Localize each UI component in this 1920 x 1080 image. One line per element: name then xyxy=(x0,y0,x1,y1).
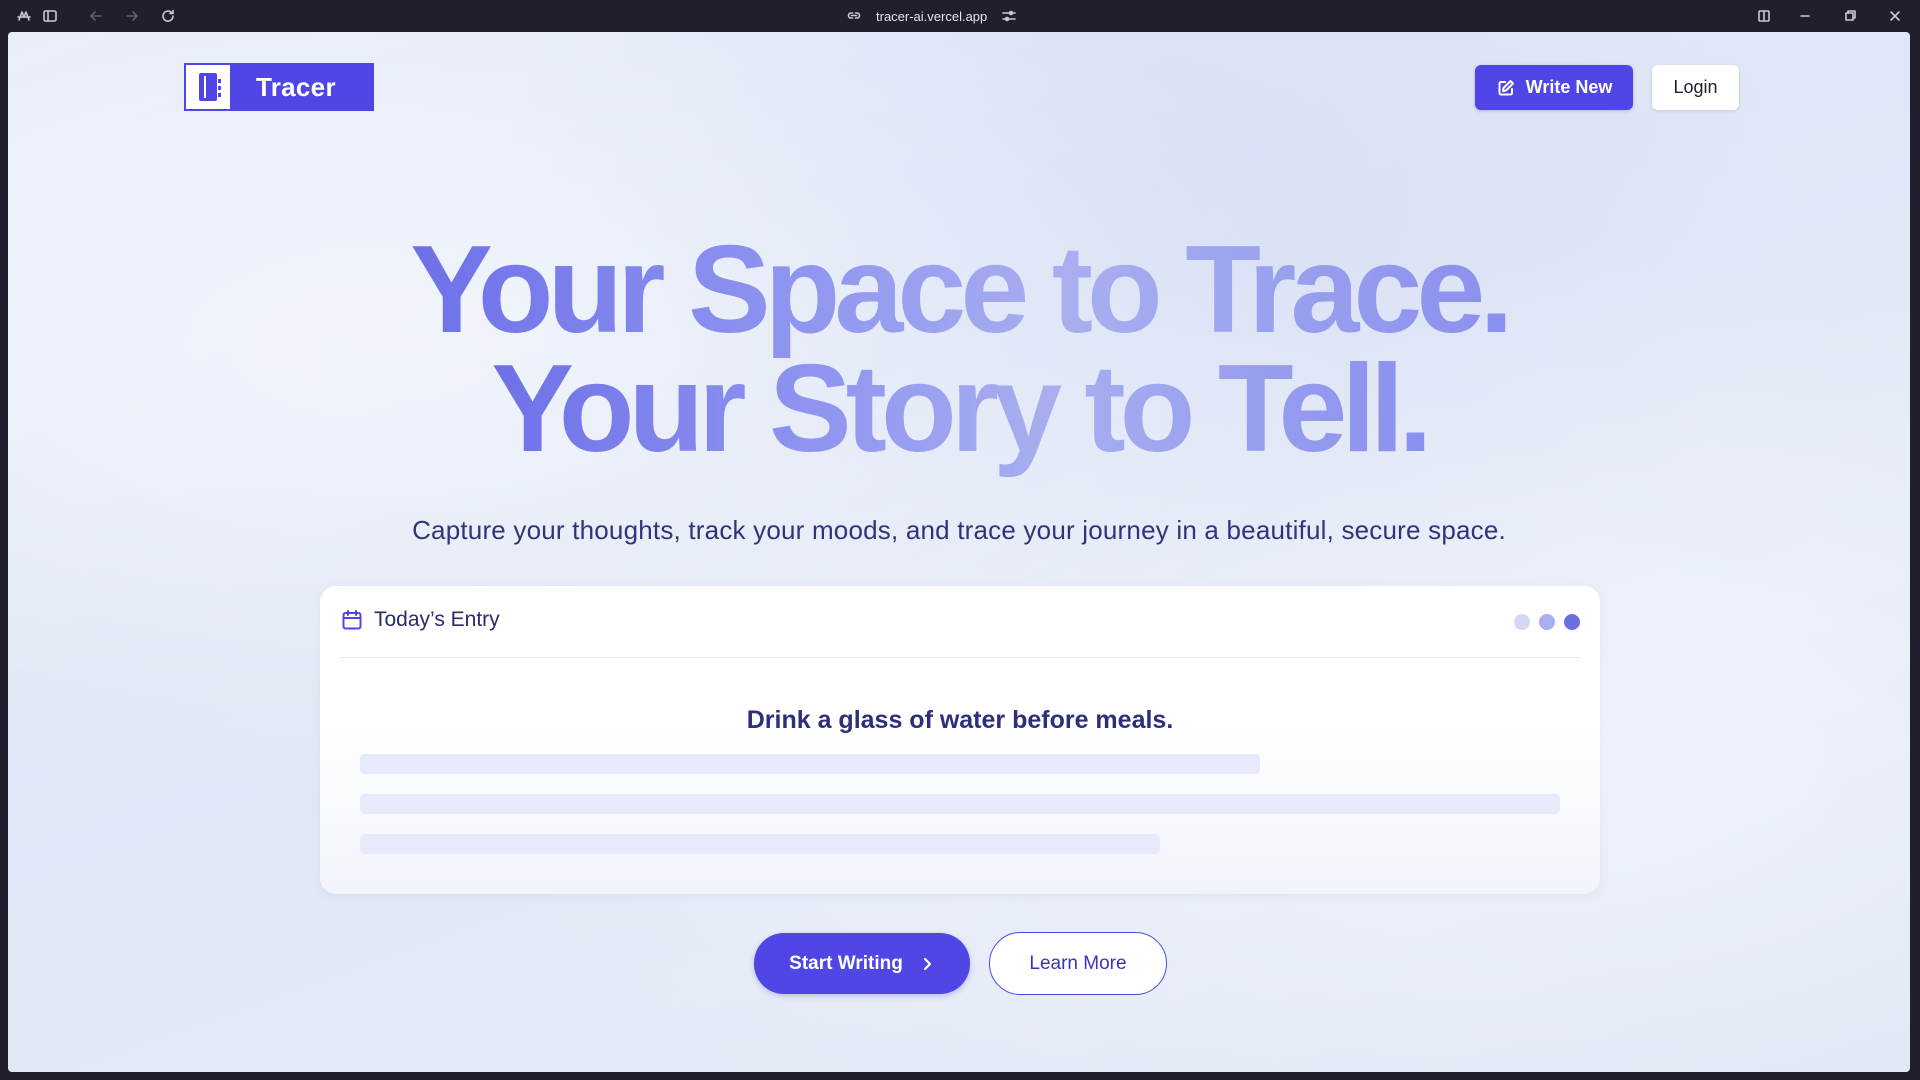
start-writing-label: Start Writing xyxy=(789,952,903,974)
hero-subtitle: Capture your thoughts, track your moods,… xyxy=(412,515,1506,545)
hero-headline-line1-text: Your Space to Trace. xyxy=(410,221,1513,359)
learn-more-button[interactable]: Learn More xyxy=(989,932,1167,995)
reload-icon[interactable] xyxy=(160,8,176,24)
card-title: Today’s Entry xyxy=(374,608,500,631)
window-dots xyxy=(1514,614,1580,630)
hero-headline-line1: Your Space to Trace. xyxy=(8,228,1910,352)
split-view-icon[interactable] xyxy=(1756,8,1772,24)
app-menu-icon[interactable] xyxy=(16,8,32,24)
close-icon[interactable] xyxy=(1887,8,1903,24)
skeleton-line xyxy=(360,834,1160,854)
start-writing-button[interactable]: Start Writing xyxy=(754,933,970,994)
tracer-logo[interactable]: Tracer xyxy=(184,63,374,111)
learn-more-label: Learn More xyxy=(1029,952,1127,974)
dot-light xyxy=(1514,614,1530,630)
write-new-label: Write New xyxy=(1525,77,1613,97)
dot-medium xyxy=(1539,614,1555,630)
address-bar[interactable]: tracer-ai.vercel.app xyxy=(846,7,1017,25)
write-new-button[interactable]: Write New xyxy=(1475,65,1633,110)
maximize-icon[interactable] xyxy=(1842,8,1858,24)
site-settings-icon[interactable] xyxy=(1001,8,1017,24)
skeleton-line xyxy=(360,754,1260,774)
chevron-right-icon xyxy=(923,957,931,970)
dot-dark xyxy=(1564,614,1580,630)
hero-headline-line2-text: Your Story to Tell. xyxy=(491,340,1432,478)
back-icon[interactable] xyxy=(88,8,104,24)
url-text[interactable]: tracer-ai.vercel.app xyxy=(876,9,987,24)
entry-prompt: Drink a glass of water before meals. xyxy=(746,706,1174,734)
forward-icon[interactable] xyxy=(124,8,140,24)
login-button[interactable]: Login xyxy=(1652,65,1739,110)
page-viewport: Tracer Write New Login Your Space to Tra… xyxy=(8,32,1910,1072)
todays-entry-card: Today’s Entry Drink a glass of water bef… xyxy=(320,586,1600,894)
card-header: Today’s Entry xyxy=(340,608,500,632)
login-label: Login xyxy=(1673,77,1718,97)
card-divider xyxy=(340,657,1580,658)
minimize-icon[interactable] xyxy=(1797,8,1813,24)
sidebar-toggle-icon[interactable] xyxy=(42,8,58,24)
browser-titlebar: tracer-ai.vercel.app xyxy=(0,0,1920,32)
hero-headline-line2: Your Story to Tell. xyxy=(8,347,1910,471)
calendar-icon xyxy=(342,610,362,630)
notebook-icon xyxy=(186,65,230,109)
link-icon xyxy=(847,12,861,19)
skeleton-line xyxy=(360,794,1560,814)
edit-icon xyxy=(1498,79,1514,95)
logo-text: Tracer xyxy=(256,71,336,102)
